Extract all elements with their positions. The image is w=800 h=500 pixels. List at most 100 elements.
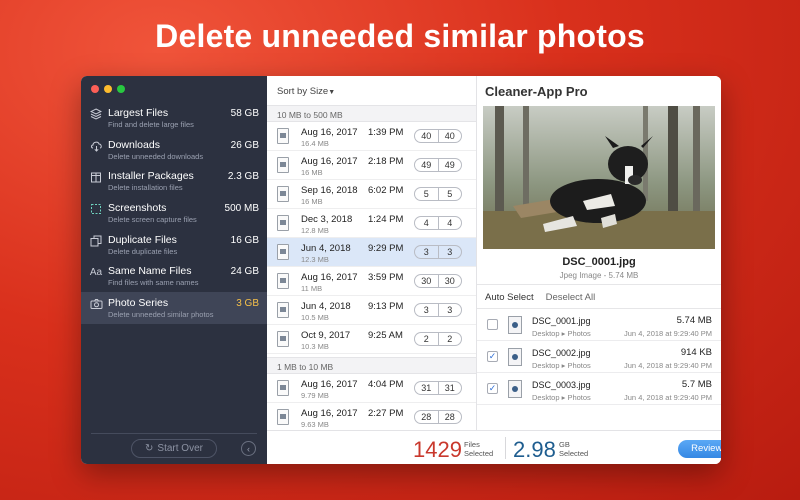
sidebar-item-title: Same Name Files — [108, 265, 192, 278]
app-title: Cleaner-App Pro — [485, 84, 588, 99]
duplicate-file-row[interactable]: DSC_0001.jpg Desktop ▸ Photos 5.74 MB Ju… — [477, 310, 721, 341]
file-date: Jun 4, 2018 at 9:29:40 PM — [624, 361, 712, 370]
duplicate-file-row[interactable]: ✓ DSC_0002.jpg Desktop ▸ Photos 914 KB J… — [477, 342, 721, 373]
image-file-icon — [508, 348, 522, 366]
photo-file-icon — [277, 409, 289, 425]
file-path: Desktop ▸ Photos — [532, 329, 591, 338]
list-row[interactable]: Dec 3, 2018 12.8 MB 1:24 PM 44 — [267, 209, 476, 238]
camera-icon — [89, 297, 103, 311]
sidebar-list: Largest Files Find and delete large file… — [81, 102, 267, 324]
back-button[interactable]: ‹ — [241, 441, 256, 456]
start-over-button[interactable]: ↻ Start Over — [131, 439, 217, 458]
count-badge: 40 40 — [414, 129, 462, 143]
sort-dropdown[interactable]: Sort by Size▼ — [277, 86, 335, 97]
deselect-all-button[interactable]: Deselect All — [546, 292, 596, 303]
sidebar-item-subtitle: Delete unneeded similar photos — [108, 310, 214, 320]
file-name: DSC_0003.jpg — [532, 380, 591, 390]
screenshot-icon — [89, 202, 103, 216]
total-count: 4 — [447, 218, 453, 228]
file-date: Jun 4, 2018 at 9:29:40 PM — [624, 393, 712, 402]
row-size: 9.63 MB — [301, 420, 329, 429]
sidebar-item-downloads[interactable]: Downloads Delete unneeded downloads 26 G… — [81, 134, 267, 166]
row-size: 16.4 MB — [301, 139, 329, 148]
photo-file-icon — [277, 331, 289, 347]
selected-count: 3 — [415, 304, 439, 316]
selected-count: 49 — [415, 159, 439, 171]
row-time: 9:25 AM — [368, 330, 403, 341]
count-badge: 30 30 — [414, 274, 462, 288]
sidebar-item-screenshots[interactable]: Screenshots Delete screen capture files … — [81, 197, 267, 229]
list-row[interactable]: Aug 16, 2017 9.63 MB 2:27 PM 28 28 — [267, 403, 476, 432]
gb-selected-count: 2.98 — [513, 437, 556, 462]
sidebar: Largest Files Find and delete large file… — [81, 76, 267, 464]
row-date: Aug 16, 2017 — [301, 408, 358, 419]
files-selected-count: 1429 — [413, 437, 462, 462]
list-row-selected[interactable]: Jun 4, 2018 12.3 MB 9:29 PM 33 — [267, 238, 476, 267]
list-row[interactable]: Aug 16, 2017 16 MB 2:18 PM 49 49 — [267, 151, 476, 180]
sidebar-item-title: Installer Packages — [108, 170, 194, 183]
row-time: 9:29 PM — [368, 243, 404, 254]
file-checkbox-checked[interactable]: ✓ — [487, 351, 498, 362]
list-row[interactable]: Aug 16, 2017 16.4 MB 1:39 PM 40 40 — [267, 122, 476, 151]
review-and-remove-button[interactable]: Review and Remove — [678, 440, 721, 458]
total-count: 30 — [444, 276, 455, 286]
refresh-icon: ↻ — [145, 443, 154, 454]
duplicate-file-row[interactable]: ✓ DSC_0003.jpg Desktop ▸ Photos 5.7 MB J… — [477, 374, 721, 405]
selected-count: 2 — [415, 333, 439, 345]
total-count: 3 — [447, 247, 453, 257]
sidebar-item-largest-files[interactable]: Largest Files Find and delete large file… — [81, 102, 267, 134]
count-badge: 31 31 — [414, 381, 462, 395]
image-file-icon — [508, 380, 522, 398]
count-badge: 28 28 — [414, 410, 462, 424]
stack-icon — [89, 107, 103, 121]
sidebar-item-subtitle: Delete unneeded downloads — [108, 151, 204, 161]
file-checkbox-checked[interactable]: ✓ — [487, 383, 498, 394]
sidebar-item-installer-packages[interactable]: Installer Packages Delete installation f… — [81, 165, 267, 197]
file-date: Jun 4, 2018 at 9:29:40 PM — [624, 329, 712, 338]
row-date: Sep 16, 2018 — [301, 185, 358, 196]
row-size: 12.8 MB — [301, 226, 329, 235]
image-file-icon — [508, 316, 522, 334]
selected-label: Selected — [464, 449, 494, 458]
row-size: 12.3 MB — [301, 255, 329, 264]
file-size: 5.7 MB — [681, 379, 712, 390]
group-header: 10 MB to 500 MB — [267, 105, 476, 122]
selected-count: 40 — [415, 130, 439, 142]
count-badge: 49 49 — [414, 158, 462, 172]
row-time: 2:18 PM — [368, 156, 404, 167]
selection-tabs: Auto Select Deselect All — [485, 292, 595, 303]
sidebar-item-title: Largest Files — [108, 107, 169, 119]
list-row[interactable]: Jun 4, 2018 10.5 MB 9:13 PM 33 — [267, 296, 476, 325]
list-row[interactable]: Aug 16, 2017 9.79 MB 4:04 PM 31 31 — [267, 374, 476, 403]
sidebar-item-title: Downloads — [108, 138, 160, 151]
list-row[interactable]: Aug 16, 2017 11 MB 3:59 PM 30 30 — [267, 267, 476, 296]
minimize-window-button[interactable] — [104, 85, 112, 93]
row-size: 16 MB — [301, 197, 323, 206]
preview-pane: Cleaner-App Pro DSC_0001.jpg Jpeg Image … — [477, 76, 721, 430]
file-size: 5.74 MB — [676, 315, 712, 326]
row-size: 10.5 MB — [301, 313, 329, 322]
divider — [477, 308, 721, 309]
sidebar-item-subtitle: Delete installation files — [108, 183, 183, 193]
selected-count: 3 — [415, 246, 439, 258]
count-badge: 33 — [414, 245, 462, 259]
list-row[interactable]: Oct 9, 2017 10.3 MB 9:25 AM 22 — [267, 325, 476, 354]
photo-file-icon — [277, 244, 289, 260]
text-icon: Aa — [89, 266, 103, 278]
sidebar-item-photo-series[interactable]: Photo Series Delete unneeded similar pho… — [81, 292, 267, 324]
selected-count: 4 — [415, 217, 439, 229]
close-window-button[interactable] — [91, 85, 99, 93]
row-size: 16 MB — [301, 168, 323, 177]
photo-file-icon — [277, 273, 289, 289]
row-time: 6:02 PM — [368, 185, 404, 196]
sidebar-item-duplicate-files[interactable]: Duplicate Files Delete duplicate files 1… — [81, 229, 267, 261]
total-count: 31 — [444, 383, 455, 393]
row-size: 10.3 MB — [301, 342, 329, 351]
zoom-window-button[interactable] — [117, 85, 125, 93]
auto-select-button[interactable]: Auto Select — [485, 292, 534, 303]
sidebar-item-same-name-files[interactable]: Aa Same Name Files Find files with same … — [81, 260, 267, 292]
list-row[interactable]: Sep 16, 2018 16 MB 6:02 PM 55 — [267, 180, 476, 209]
photo-file-icon — [277, 186, 289, 202]
file-checkbox[interactable] — [487, 319, 498, 330]
photo-file-icon — [277, 380, 289, 396]
